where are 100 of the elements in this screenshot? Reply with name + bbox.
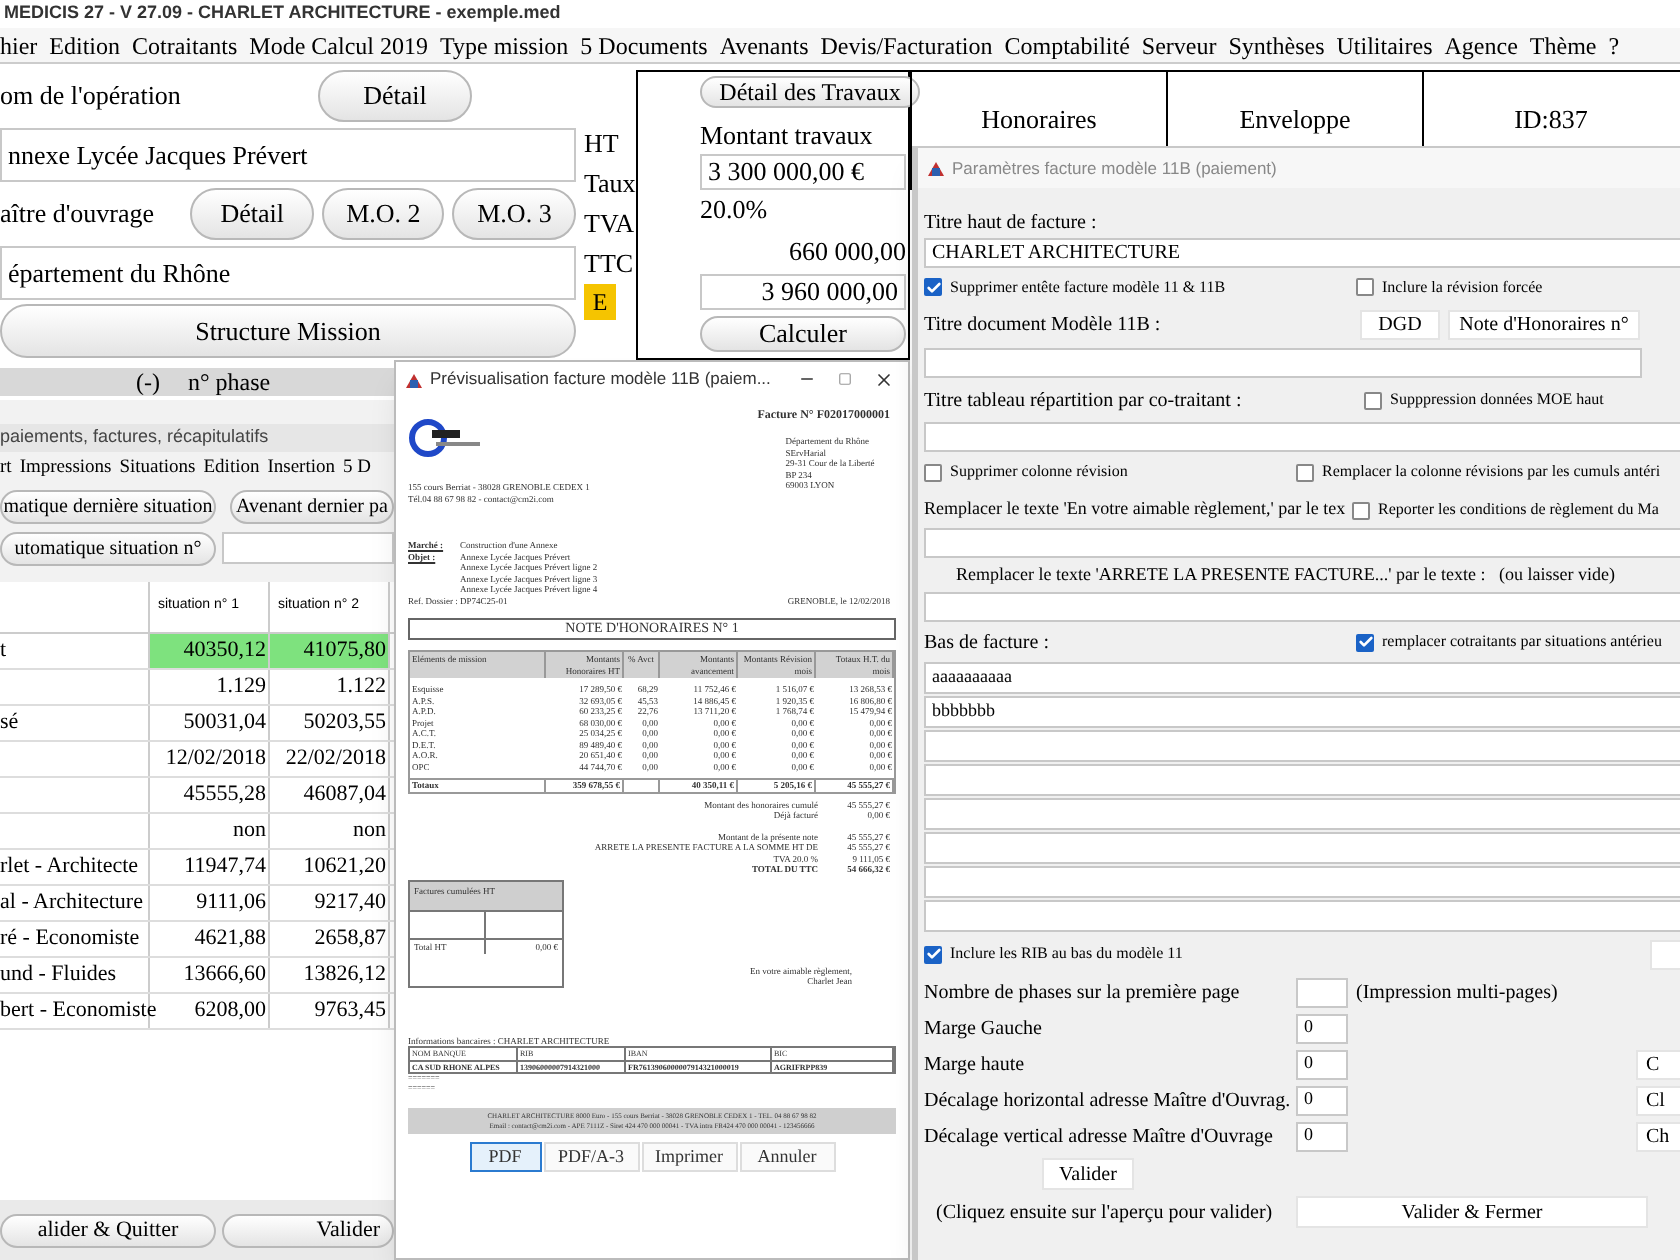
menu-item[interactable]: Mode Calcul 2019 (249, 27, 428, 63)
validate-button[interactable]: Valider (1042, 1158, 1134, 1190)
owner-button[interactable]: M.O. 3 (452, 188, 577, 240)
validate-quit-button[interactable]: alider & Quitter (0, 1213, 216, 1247)
column-header: ID:837 (1514, 102, 1588, 138)
menu-item[interactable]: Synthèses (1228, 27, 1325, 63)
menu-item[interactable]: Utilitaires (1336, 27, 1433, 63)
field-label: Nombre de phases sur la première page (924, 979, 1242, 1007)
checkbox[interactable] (1352, 501, 1370, 519)
input-field[interactable] (1296, 977, 1348, 1007)
amendment-button[interactable]: Avenant dernier pa (230, 489, 394, 523)
checkbox-label: Supprimer entête facture modèle 11 & 11B (950, 275, 1226, 299)
field-label: Titre document Modèle 11B : (924, 312, 1163, 340)
amount-label: Taux (584, 166, 636, 202)
column-header: Enveloppe (1239, 102, 1351, 138)
column-header: n° phase (188, 366, 271, 400)
input-field[interactable]: 3 960 000,00 (700, 274, 906, 310)
status-badge: E (584, 284, 616, 320)
menu-item[interactable]: Thème (1529, 27, 1597, 63)
dgd-button[interactable]: DGD (1360, 310, 1440, 340)
checkbox[interactable] (1364, 391, 1382, 409)
checkbox[interactable] (924, 463, 942, 481)
field-label: Décalage vertical adresse Maître d'Ouvrage (924, 1123, 1275, 1151)
auto-situation-button[interactable]: matique dernière situation (0, 489, 216, 523)
menu-item[interactable]: Edition (49, 27, 120, 63)
input-field[interactable] (924, 866, 1680, 898)
validate-button[interactable]: Valider (222, 1213, 394, 1247)
checkbox[interactable] (1356, 633, 1374, 651)
maximize-icon[interactable] (838, 372, 852, 386)
window-title: paiements, factures, récapitulatifs (0, 424, 394, 452)
menu-item[interactable]: 5 Documents (580, 27, 708, 63)
auto-situation-button[interactable]: utomatique situation n° (0, 531, 216, 565)
row-label: al - Architecture (0, 888, 143, 919)
preview-button[interactable]: Annuler (739, 1142, 835, 1172)
menu-item[interactable]: Serveur (1141, 27, 1217, 63)
input-field[interactable]: aaaaaaaaaa (924, 662, 1680, 694)
table-cell: 41075,80 (270, 634, 390, 668)
input-field[interactable] (924, 798, 1680, 830)
side-button[interactable]: C (1636, 1049, 1680, 1079)
input-field[interactable]: CHARLET ARCHITECTURE (924, 238, 1680, 268)
input-field[interactable] (924, 764, 1680, 796)
preview-button[interactable]: Imprimer (641, 1142, 737, 1172)
checkbox-label: Supprimer colonne révision (950, 460, 1128, 484)
menu-item[interactable]: Comptabilité (1004, 27, 1130, 63)
input-field[interactable]: 0 (1296, 1049, 1348, 1079)
menu-item[interactable]: Type mission (440, 27, 569, 63)
close-icon[interactable] (874, 369, 894, 389)
menu-item[interactable]: Situations (119, 454, 196, 484)
input-field[interactable] (924, 528, 1680, 558)
table-cell: 9763,45 (270, 994, 390, 1028)
checkbox[interactable] (924, 278, 942, 296)
menu-item[interactable]: rt (0, 454, 12, 484)
input-field[interactable] (924, 832, 1680, 864)
menu-item[interactable]: Impressions (19, 454, 112, 484)
input-field[interactable]: épartement du Rhône (0, 246, 576, 300)
field-label: Marge Gauche (924, 1015, 1044, 1043)
collapse-toggle[interactable]: (-) (136, 364, 160, 400)
checkbox[interactable] (1296, 463, 1314, 481)
structure-mission-button[interactable]: Structure Mission (0, 304, 576, 358)
works-detail-button[interactable]: Détail des Travaux (700, 76, 920, 108)
checkbox-label: Inclure la révision forcée (1382, 275, 1543, 299)
note-button[interactable]: Note d'Honoraires n° (1448, 310, 1640, 340)
input-field[interactable]: 0 (1296, 1013, 1348, 1043)
menu-item[interactable]: Agence (1444, 27, 1518, 63)
input-field[interactable]: bbbbbbb (924, 696, 1680, 728)
menu-item[interactable]: Avenants (719, 27, 809, 63)
checkbox[interactable] (924, 945, 942, 963)
input-field[interactable] (222, 532, 394, 564)
side-button[interactable]: Ch (1636, 1121, 1680, 1151)
checkbox[interactable] (1356, 278, 1374, 296)
menu-item[interactable]: hier (0, 27, 38, 63)
owner-button[interactable]: M.O. 2 (321, 188, 445, 240)
menu-item[interactable]: 5 D (343, 454, 372, 484)
window-title: MEDICIS 27 - V 27.09 - CHARLET ARCHITECTURE - exemple.med (2, 0, 563, 26)
checkbox-label: Inclure les RIB au bas du modèle 11 (950, 942, 1183, 966)
table-cell: 50031,04 (150, 706, 270, 740)
validate-close-button[interactable]: Valider & Fermer (1296, 1196, 1648, 1228)
menu-item[interactable]: Insertion (267, 454, 336, 484)
calculate-button[interactable]: Calculer (700, 316, 906, 352)
input-field[interactable]: 0 (1296, 1085, 1348, 1115)
menu-item[interactable]: Edition (203, 454, 260, 484)
table-cell: 9217,40 (270, 886, 390, 920)
owner-button[interactable]: Détail (190, 188, 314, 240)
input-field[interactable]: 0 (1296, 1121, 1348, 1151)
input-field[interactable]: nnexe Lycée Jacques Prévert (0, 128, 576, 182)
field-label: Marge haute (924, 1051, 1027, 1079)
menu-item[interactable]: Cotraitants (132, 27, 238, 63)
side-button[interactable]: Cl (1636, 1085, 1680, 1115)
input-field[interactable] (924, 900, 1680, 932)
input-field[interactable]: 3 300 000,00 € (700, 154, 906, 190)
input-field[interactable] (924, 592, 1680, 622)
detail-button[interactable]: Détail (318, 70, 472, 122)
preview-button[interactable]: PDF/A-3 (543, 1142, 639, 1172)
input-field[interactable] (924, 348, 1642, 378)
input-field[interactable] (924, 422, 1680, 452)
preview-button[interactable]: PDF (469, 1142, 541, 1172)
input-field[interactable] (924, 730, 1680, 762)
menu-item[interactable]: ? (1608, 27, 1620, 63)
field-note: (Impression multi-pages) (1356, 979, 1558, 1007)
menu-item[interactable]: Devis/Facturation (820, 27, 993, 63)
